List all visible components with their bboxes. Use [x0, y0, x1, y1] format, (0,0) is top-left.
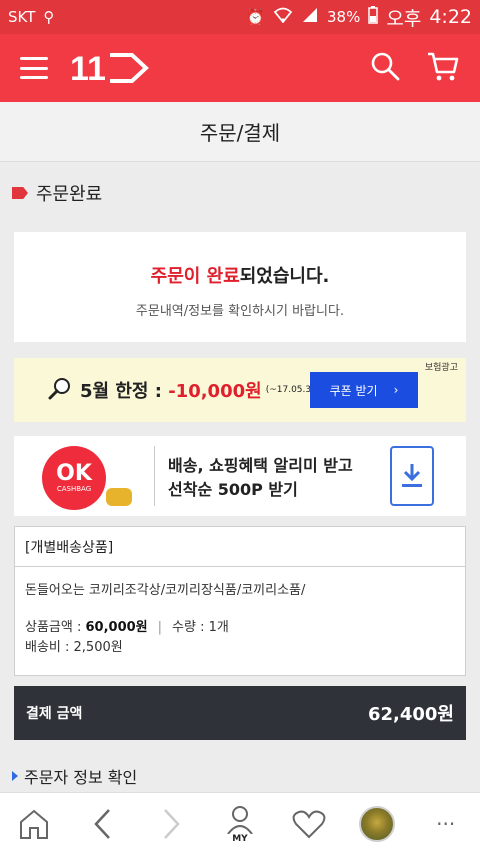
ad-label: 보험광고 — [424, 363, 458, 373]
order-complete-title: 주문이 완료되었습니다. — [14, 262, 466, 288]
okcashbag-logo: OK CASHBAG — [42, 446, 106, 510]
more-icon[interactable]: ··· — [424, 802, 468, 846]
chevron-right-icon: › — [393, 383, 399, 397]
alarm-icon: ⏰ — [246, 8, 266, 26]
shipping-label: 배송비 : — [25, 640, 74, 655]
back-icon[interactable] — [81, 802, 125, 846]
order-item-meta: 상품금액 : 60,000원 | 수량 : 1개 배송비 : 2,500원 — [15, 598, 465, 658]
orderer-info-heading[interactable]: 주문자 정보 확인 — [12, 764, 137, 788]
section-heading: 주문완료 — [12, 180, 102, 206]
coupon-amount: -10,000원 — [168, 381, 262, 402]
avatar — [359, 805, 396, 842]
coins-icon — [106, 488, 132, 506]
shipping-value: 2,500원 — [73, 640, 123, 655]
okcashbag-logo-small: CASHBAG — [56, 485, 92, 493]
coupon-get-button[interactable]: 쿠폰 받기 › — [310, 372, 418, 408]
flag-icon — [12, 187, 28, 199]
okcashbag-line1: 배송, 쇼핑혜택 알리미 받고 — [168, 456, 353, 475]
main-content: 주문완료 주문이 완료되었습니다. 주문내역/정보를 확인하시기 바랍니다. 보… — [0, 162, 480, 792]
cart-icon[interactable] — [426, 50, 460, 86]
page-title: 주문/결제 — [0, 102, 480, 162]
home-icon[interactable] — [12, 802, 56, 846]
payment-total-bar: 결제 금액 62,400원 — [14, 686, 466, 740]
qty-label: 수량 : — [172, 620, 209, 635]
order-summary-box: [개별배송상품] 돈들어오는 코끼리조각상/코끼리장식품/코끼리소품/ 상품금액… — [14, 526, 466, 676]
bottom-nav: MY ··· — [0, 792, 480, 854]
clock-ampm: 오후 — [386, 7, 422, 30]
menu-icon[interactable] — [20, 57, 48, 79]
my-label: MY — [232, 833, 248, 844]
app-header: 11 — [0, 34, 480, 102]
meta-separator: | — [157, 620, 163, 635]
order-complete-rest: 되었습니다. — [239, 266, 330, 287]
recent-item-avatar[interactable] — [355, 802, 399, 846]
payment-label: 결제 금액 — [26, 706, 83, 722]
okcashbag-logo-big: OK — [56, 461, 92, 486]
price-label: 상품금액 : — [25, 620, 86, 635]
okcashbag-text: 배송, 쇼핑혜택 알리미 받고 선착순 500P 받기 — [168, 454, 353, 502]
price-value: 60,000원 — [85, 620, 148, 635]
order-item-name[interactable]: 돈들어오는 코끼리조각상/코끼리장식품/코끼리소품/ — [15, 567, 465, 598]
magnifier-icon — [48, 376, 72, 404]
svg-text:11: 11 — [70, 51, 106, 85]
okcashbag-line2: 선착순 500P 받기 — [168, 480, 298, 499]
battery-icon — [368, 6, 379, 28]
coupon-prefix: 5월 한정 : — [80, 381, 169, 402]
forward-icon[interactable] — [149, 802, 193, 846]
heart-icon[interactable] — [287, 802, 331, 846]
coupon-button-label: 쿠폰 받기 — [329, 383, 378, 398]
search-icon[interactable] — [370, 51, 400, 85]
order-complete-box: 주문이 완료되었습니다. 주문내역/정보를 확인하시기 바랍니다. — [14, 232, 466, 342]
download-icon[interactable] — [390, 446, 434, 506]
my-page-icon[interactable]: MY — [218, 802, 262, 846]
okcashbag-banner[interactable]: OK CASHBAG 배송, 쇼핑혜택 알리미 받고 선착순 500P 받기 — [14, 436, 466, 516]
clock-time: 4:22 — [429, 6, 472, 28]
banner-divider — [154, 446, 155, 506]
signal-icon — [301, 7, 319, 27]
triangle-right-icon — [12, 771, 18, 781]
battery-percent: 38% — [327, 8, 361, 26]
payment-amount: 62,400원 — [367, 704, 454, 725]
section-title: 주문완료 — [36, 184, 103, 205]
order-group-header: [개별배송상품] — [15, 527, 465, 567]
usb-icon: ⚲ — [43, 8, 55, 26]
qty-value: 1개 — [208, 620, 229, 635]
logo-11st[interactable]: 11 — [70, 48, 150, 88]
wifi-icon — [273, 7, 293, 27]
status-bar: SKT ⚲ ⏰ 38% 오후 4:22 — [0, 0, 480, 34]
carrier-label: SKT — [8, 8, 36, 26]
coupon-text: 5월 한정 : -10,000원 — [80, 377, 262, 403]
order-complete-highlight: 주문이 완료 — [150, 266, 240, 287]
order-complete-subtitle: 주문내역/정보를 확인하시기 바랍니다. — [135, 304, 345, 319]
coupon-banner[interactable]: 보험광고 5월 한정 : -10,000원 (~17.05.31) 쿠폰 받기 … — [14, 358, 466, 422]
orderer-info-title: 주문자 정보 확인 — [24, 768, 138, 787]
